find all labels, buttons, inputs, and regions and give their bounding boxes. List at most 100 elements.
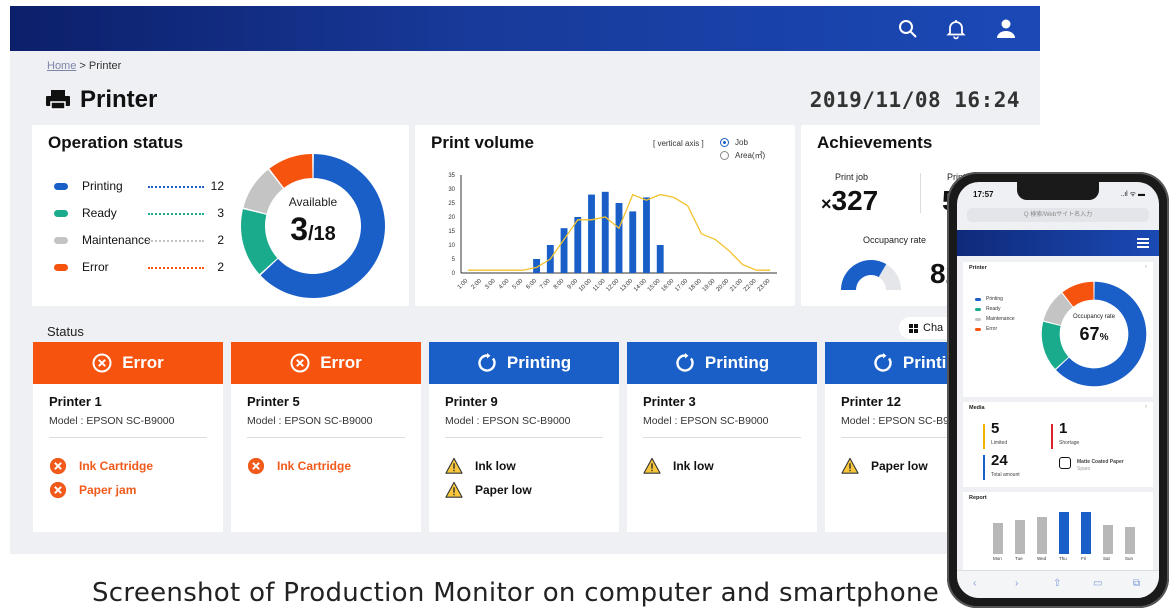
legend-label: Ready [82,206,117,220]
legend-row: Printing 12 [54,179,224,193]
warning-icon [841,457,859,475]
x-tick-label: 11:00 [592,278,607,293]
y-tick-label: 5 [452,257,456,263]
legend-label: Error [82,260,109,274]
printer-card[interactable]: Printing Printer 3 Model : EPSON SC-B9000 I… [627,342,817,532]
report-day-label: Wed [1037,556,1047,561]
x-tick-label: 7:00 [539,278,552,291]
phone-printer-card[interactable]: Printer › Printing Ready Maintenance Error … [963,262,1153,397]
phone-report-card[interactable]: Report Mon Tue Wed Thu Fri Sat Sun [963,492,1153,572]
divider [49,437,207,438]
printer-state: Error [320,353,362,372]
page-header: Printer [46,86,157,114]
legend-swatch [54,263,68,271]
back-icon[interactable]: ‹ [973,578,976,589]
alert-item: Paper jam [49,481,136,499]
x-tick-label: 21:00 [729,278,744,293]
available-label: Available [288,195,338,209]
printer-card[interactable]: Error Printer 5 Model : EPSON SC-B9000 Ink … [231,342,421,532]
x-tick-label: 18:00 [688,278,703,293]
y-tick-label: 0 [452,271,456,277]
tabs-icon[interactable]: ⧉ [1133,578,1140,589]
media-sub: Sparo [1077,466,1091,472]
user-icon[interactable] [994,17,1018,41]
phone-media-title: Media [969,405,985,411]
x-tick-label: 17:00 [674,278,689,293]
phone-legend-row: Maintenance [975,316,1015,322]
bookmarks-icon[interactable]: ▭ [1093,578,1102,589]
phone-signal: ..ıl ᯤ ▬ [1120,191,1145,198]
print-job-label: Print job [835,172,869,182]
phone-navbar [957,230,1159,256]
share-icon[interactable]: ⇧ [1053,578,1061,589]
x-tick-label: 6:00 [525,278,538,291]
chevron-right-icon: › [1145,264,1147,270]
desktop-dashboard: Home > Printer Printer 2019/11/08 16:24 … [10,6,1040,554]
phone-browser-toolbar: ‹ › ⇧ ▭ ⧉ [957,570,1159,598]
option-job[interactable]: Job [720,138,748,147]
total-bar [983,455,985,480]
legend-leader [148,267,204,269]
printer-card-header: Error [231,342,421,384]
bar [601,191,609,273]
media-shortage-label: Shortage [1059,440,1080,446]
forward-icon[interactable]: › [1015,578,1018,589]
error-icon [49,457,67,475]
bar [656,245,664,273]
error-icon [49,481,67,499]
phone-time: 17:57 [973,190,994,199]
x-tick-label: 19:00 [702,278,717,293]
bar [643,197,650,273]
printer-name: Printer 9 [445,394,498,409]
x-tick-label: 1:00 [457,278,470,291]
phone-notch [1017,182,1099,200]
radio-area[interactable] [720,151,729,160]
top-navbar [10,6,1040,51]
alert-text: Ink Cartridge [79,459,154,473]
radio-job[interactable] [720,138,729,147]
breadcrumb-home-link[interactable]: Home [47,60,76,72]
x-tick-label: 8:00 [553,278,566,291]
print-job-value: ×327 [821,185,879,216]
y-tick-label: 35 [448,173,455,179]
report-bar [1015,519,1025,554]
warning-icon [643,457,661,475]
printer-card[interactable]: Printing Printer 9 Model : EPSON SC-B9000 I… [429,342,619,532]
status-section-label: Status [47,324,84,339]
caption: Screenshot of Production Monitor on comp… [92,578,940,608]
printer-name: Printer 3 [643,394,696,409]
x-tick-label: 4:00 [498,278,511,291]
printer-card[interactable]: Error Printer 1 Model : EPSON SC-B9000 Ink … [33,342,223,532]
legend-value: 2 [217,260,224,274]
y-tick-label: 25 [448,201,455,207]
phone-occupancy-value: 67% [1079,324,1109,344]
phone-legend-label: Ready [986,306,1001,312]
chevron-right-icon: › [1145,404,1147,410]
occupancy-gauge [841,260,901,290]
legend-swatch [54,182,68,190]
y-tick-label: 30 [448,187,455,193]
print-volume-card: Print volume [ vertical axis ] Job Area(… [415,125,795,306]
x-tick-label: 3:00 [484,278,497,291]
media-limited-value: 5 [991,420,1000,437]
x-tick-label: 10:00 [578,278,593,293]
bell-icon[interactable] [944,17,968,41]
alert-item: Ink low [643,457,714,475]
printer-model: Model : EPSON SC-B9000 [445,415,571,427]
report-bar [1081,512,1091,554]
media-total-value: 24 [991,452,1008,469]
phone-legend-swatch [975,317,981,321]
report-bar [1103,524,1113,554]
legend-value: 2 [217,233,224,247]
menu-icon[interactable] [1137,238,1149,248]
search-icon[interactable] [896,17,920,41]
option-area[interactable]: Area(㎡) [720,150,765,161]
printer-card-header: Printing [429,342,619,384]
print-volume-chart: 0 5 10 15 20 25 30 35 1:00 2:00 3:00 4:00 5:00 6:00 7:… [448,173,777,293]
phone-legend-label: Maintenance [986,316,1015,322]
phone-url-bar[interactable]: Q 検索/Webサイト名入力 [967,208,1149,222]
phone-media-card[interactable]: Media › 5 Limited 1 Shortage 24 Total am… [963,402,1153,487]
limited-bar [983,424,985,449]
report-day-label: Sun [1125,556,1134,561]
x-tick-label: 2:00 [471,278,484,291]
